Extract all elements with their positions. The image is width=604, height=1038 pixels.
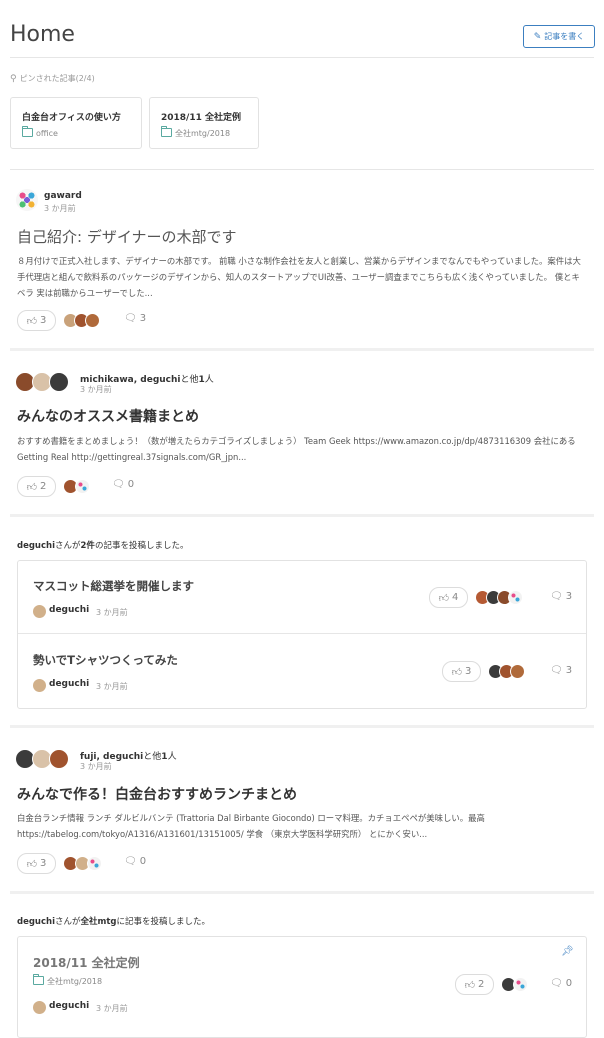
pin-icon: ⚲	[10, 73, 17, 84]
avatar	[32, 678, 47, 693]
post-time: 3 か月前	[44, 204, 76, 213]
activity-item-author[interactable]: deguchi	[49, 679, 89, 689]
post-author[interactable]: gaward	[44, 191, 82, 201]
post-excerpt: おすすめ書籍をまとめましょう！（数が増えたらカテゴライズしましょう） Team …	[17, 436, 576, 462]
activity-item-title[interactable]: 2018/11 全社定例	[33, 954, 140, 971]
activity-list: 📌︎ 2018/11 全社定例 全社mtg/2018 deguchi 3 か月前…	[17, 936, 587, 1038]
comment-icon: 🗨︎	[124, 313, 137, 324]
activity-list: マスコット総選挙を開催します deguchi 3 か月前 👍︎ 4 🗨︎ 3 勢いで…	[17, 560, 587, 709]
folder-icon	[33, 974, 44, 985]
avatar	[32, 1000, 47, 1015]
avatar	[49, 372, 69, 392]
post-title[interactable]: みんなのオススメ書籍まとめ	[17, 406, 199, 426]
comment-count[interactable]: 🗨︎ 3	[550, 665, 572, 676]
avatar	[49, 749, 69, 769]
thumbs-up-icon: 👍︎	[26, 315, 38, 327]
divider	[18, 633, 586, 634]
comment-count[interactable]: 🗨︎ 0	[112, 479, 134, 490]
activity-item-time: 3 か月前	[96, 682, 128, 691]
pinned-card-title: 2018/11 全社定例	[161, 113, 241, 123]
page-title: Home	[10, 22, 75, 47]
divider	[10, 725, 594, 728]
thumbs-up-icon: 👍︎	[438, 592, 450, 604]
pinned-card-title: 白金台オフィスの使い方	[22, 113, 121, 123]
like-button[interactable]: 👍︎ 3	[442, 661, 481, 682]
activity-item-title[interactable]: 勢いでTシャツつくってみた	[33, 652, 178, 668]
avatar	[508, 590, 523, 605]
folder-icon	[22, 126, 33, 137]
activity-item-time: 3 か月前	[96, 608, 128, 617]
divider	[10, 348, 594, 351]
avatar	[510, 664, 525, 679]
avatar	[75, 479, 90, 494]
avatar	[16, 189, 38, 211]
post-title[interactable]: 自己紹介: デザイナーの木部です	[17, 226, 237, 247]
comment-count[interactable]: 🗨︎ 3	[124, 313, 146, 324]
write-article-button[interactable]: ✎ 記事を書く	[523, 25, 595, 48]
activity-header: deguchiさんが全社mtgに記事を投稿しました。	[17, 917, 211, 927]
activity-item-author[interactable]: deguchi	[49, 1001, 89, 1011]
like-button[interactable]: 👍︎ 2	[455, 974, 494, 995]
divider	[10, 891, 594, 894]
comment-icon: 🗨︎	[112, 479, 125, 490]
header-divider	[10, 57, 594, 58]
divider	[10, 169, 594, 170]
activity-item-time: 3 か月前	[96, 1004, 128, 1013]
avatar	[87, 856, 102, 871]
comment-icon: 🗨︎	[124, 856, 137, 867]
post-title[interactable]: みんなで作る！白金台おすすめランチまとめ	[17, 784, 297, 804]
like-button[interactable]: 👍︎ 3	[17, 853, 56, 874]
folder-icon	[161, 126, 172, 137]
like-button[interactable]: 👍︎ 4	[429, 587, 468, 608]
comment-count[interactable]: 🗨︎ 0	[550, 978, 572, 989]
activity-item-folder: 全社mtg/2018	[33, 974, 102, 987]
comment-icon: 🗨︎	[550, 978, 563, 989]
comment-count[interactable]: 🗨︎ 0	[124, 856, 146, 867]
post-excerpt: ８月付けで正式入社します、デザイナーの木部です。 前職 小さな制作会社を友人と創…	[17, 256, 581, 298]
thumbs-up-icon: 👍︎	[26, 858, 38, 870]
pinned-card-folder: office	[22, 126, 58, 138]
avatar	[513, 977, 528, 992]
thumbs-up-icon: 👍︎	[464, 979, 476, 991]
pencil-icon: ✎	[533, 31, 542, 42]
like-button[interactable]: 👍︎ 3	[17, 310, 56, 331]
pin-icon[interactable]: 📌︎	[561, 946, 574, 957]
comment-icon: 🗨︎	[550, 591, 563, 602]
activity-item-author[interactable]: deguchi	[49, 605, 89, 615]
avatar	[85, 313, 100, 328]
comment-count[interactable]: 🗨︎ 3	[550, 591, 572, 602]
pinned-label: ⚲ ピンされた記事(2/4)	[10, 73, 95, 84]
thumbs-up-icon: 👍︎	[26, 481, 38, 493]
thumbs-up-icon: 👍︎	[451, 666, 463, 678]
pinned-card[interactable]: 2018/11 全社定例 全社mtg/2018	[149, 97, 259, 149]
pinned-card-folder: 全社mtg/2018	[161, 126, 230, 139]
divider	[10, 514, 594, 517]
avatar	[32, 604, 47, 619]
post-excerpt: 白金台ランチ情報 ランチ ダルビルバンテ (Trattoria Dal Birb…	[17, 813, 485, 839]
activity-item-title[interactable]: マスコット総選挙を開催します	[33, 578, 194, 594]
comment-icon: 🗨︎	[550, 665, 563, 676]
post-time: 3 か月前	[80, 385, 112, 394]
like-button[interactable]: 👍︎ 2	[17, 476, 56, 497]
post-time: 3 か月前	[80, 762, 112, 771]
pinned-card[interactable]: 白金台オフィスの使い方 office	[10, 97, 142, 149]
activity-header: deguchiさんが2件の記事を投稿しました。	[17, 541, 189, 551]
